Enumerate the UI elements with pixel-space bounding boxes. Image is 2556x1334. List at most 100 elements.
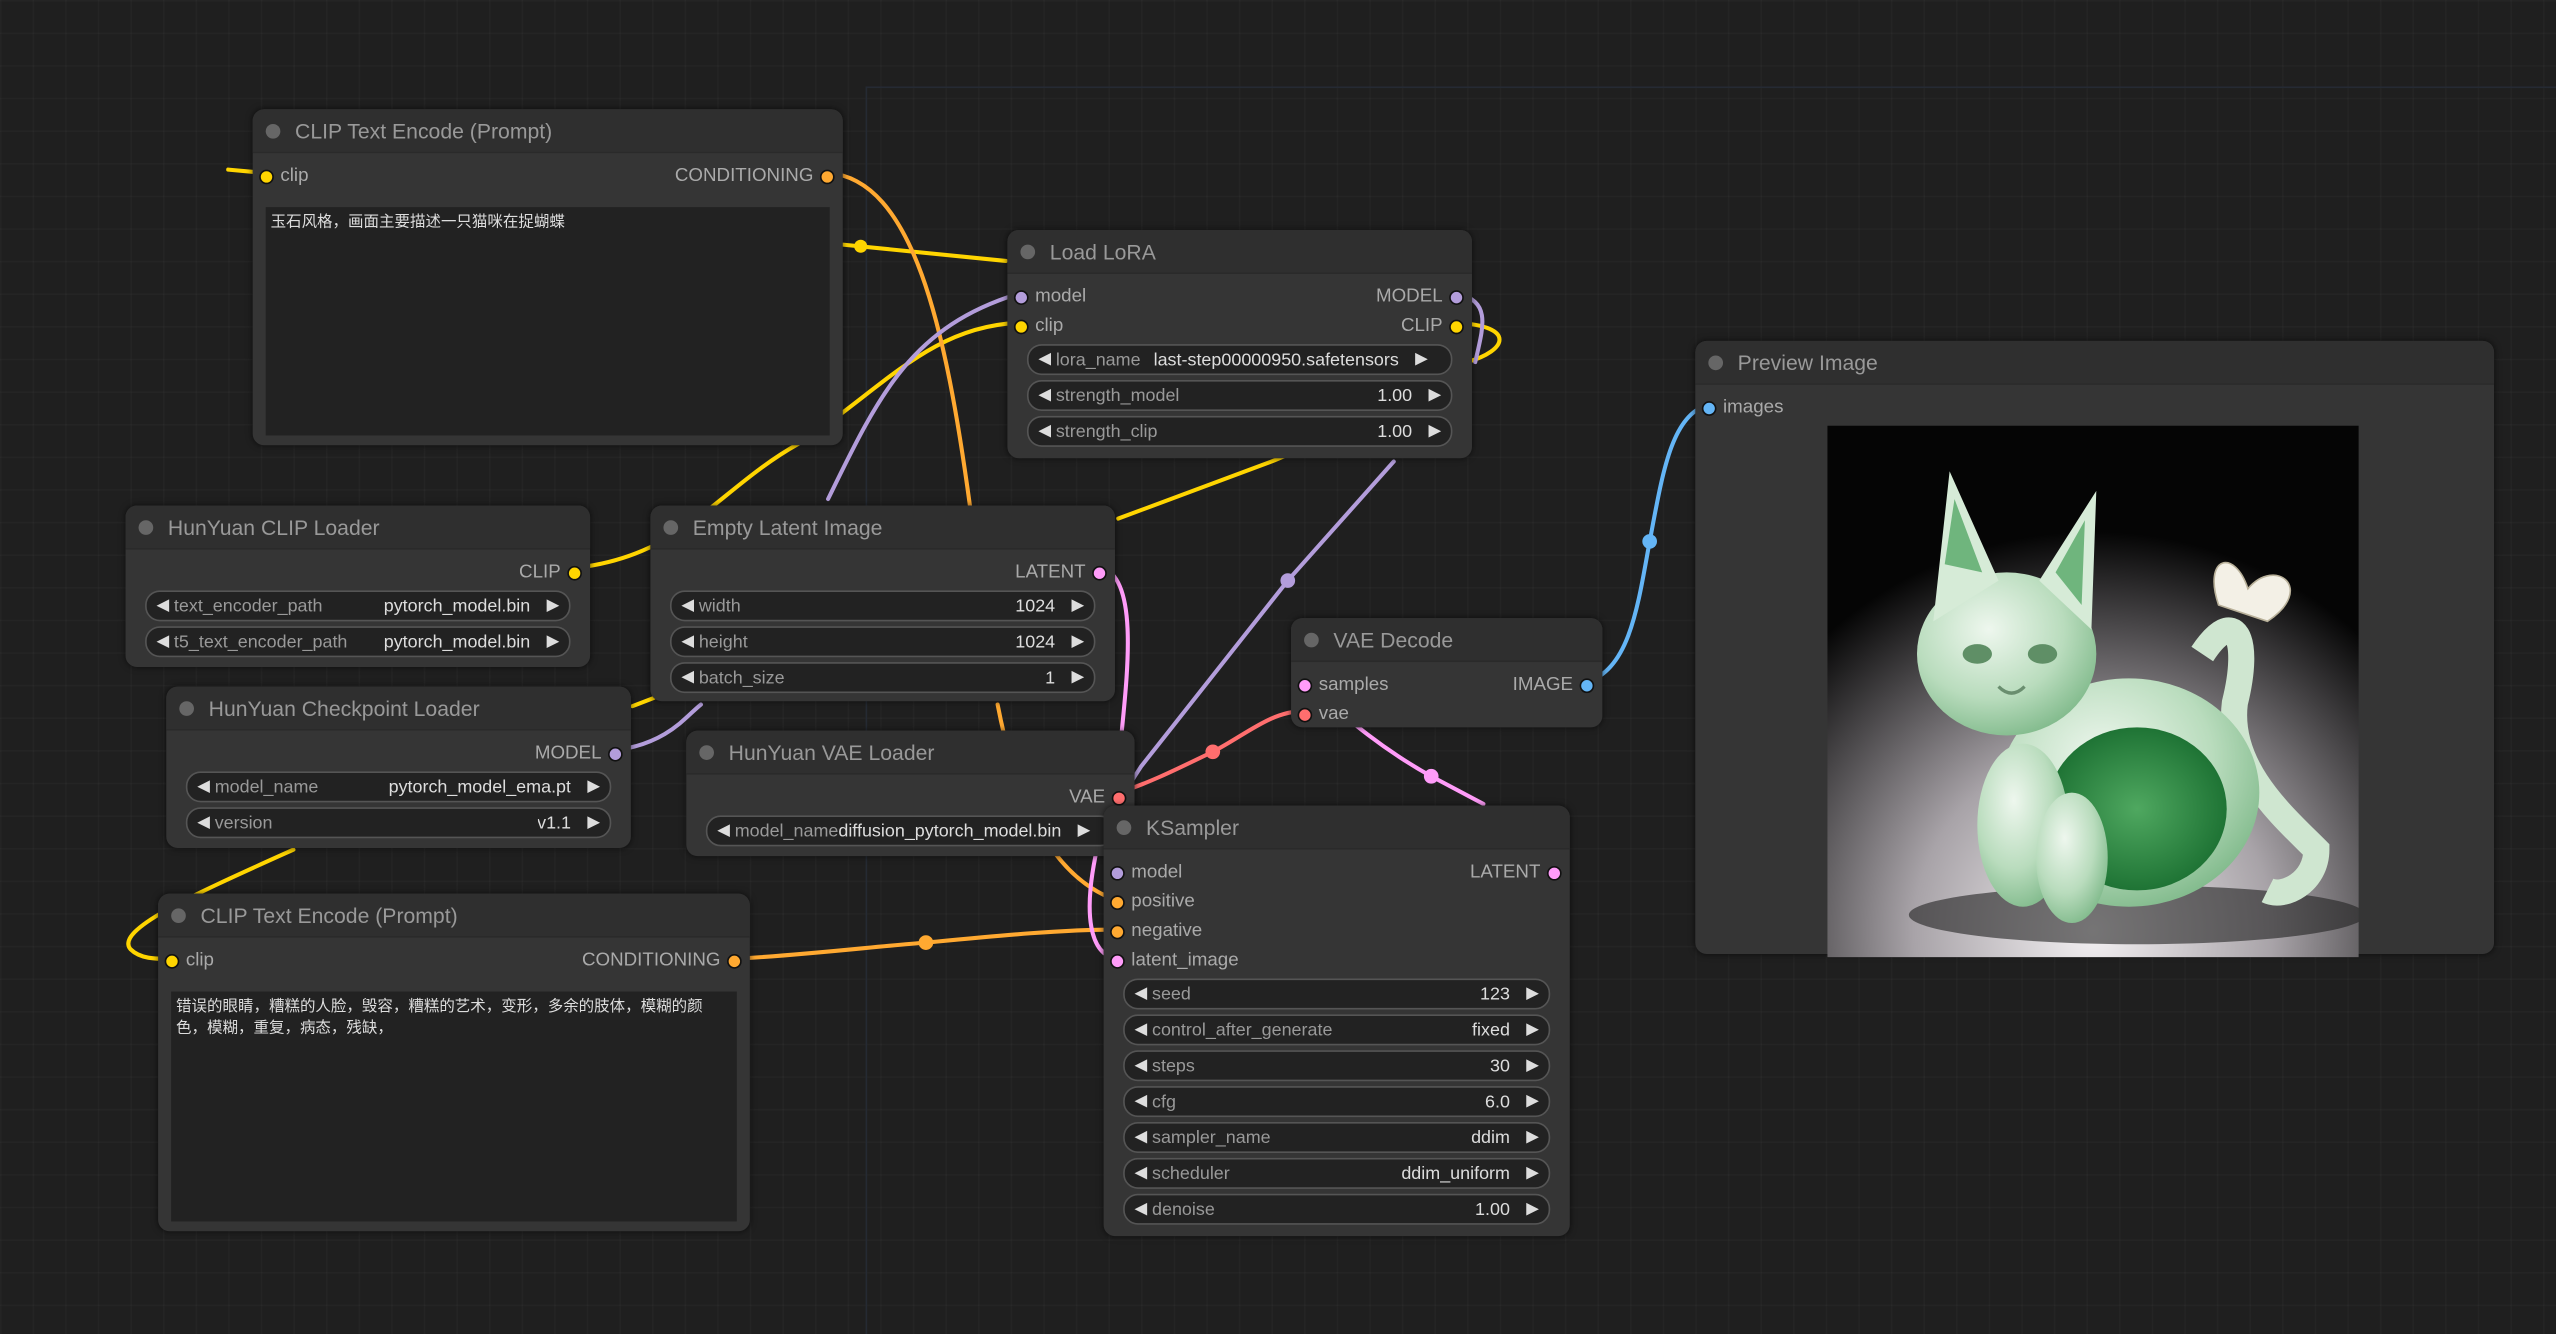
input-slot[interactable]: negative [1110,921,1202,941]
decrement-arrow-icon[interactable]: ◀ [1135,1200,1148,1218]
input-slot[interactable]: model [1013,287,1086,307]
model-output-dot-icon[interactable] [608,746,623,761]
input-slot[interactable]: clip [164,951,214,970]
increment-arrow-icon[interactable]: ▶ [1071,597,1084,615]
positive-input-dot-icon[interactable] [1110,894,1125,910]
wire-midpoint[interactable] [1642,534,1657,549]
widget-t5-text-encoder-path[interactable]: ◀ t5_text_encoder_path pytorch_model.bin ▶ [145,626,571,658]
node-graph-canvas[interactable]: CLIP Text Encode (Prompt) clip CONDITIONIN… [0,0,2556,1334]
input-slot[interactable]: positive [1110,892,1195,912]
increment-arrow-icon[interactable]: ▶ [1526,1093,1539,1111]
conditioning-output-dot-icon[interactable] [727,953,742,968]
increment-arrow-icon[interactable]: ▶ [1428,386,1441,404]
node-collapse-dot-icon[interactable] [1708,354,1724,370]
samples-input-dot-icon[interactable] [1297,677,1313,693]
input-slot[interactable]: images [1701,398,1783,417]
node-title-bar[interactable]: Load LoRA [1007,229,1472,274]
decrement-arrow-icon[interactable]: ◀ [197,814,210,832]
wire-midpoint[interactable] [1423,768,1439,784]
input-slot[interactable]: model [1110,863,1182,882]
node-ksampler[interactable]: KSampler model LATENT positive negative laten… [1103,805,1570,1237]
images-input-dot-icon[interactable] [1701,400,1717,416]
widget-control-after-generate[interactable]: ◀ control_after_generate fixed ▶ [1123,1014,1551,1046]
node-collapse-dot-icon[interactable] [663,519,679,535]
decrement-arrow-icon[interactable]: ◀ [1135,1164,1148,1182]
input-slot[interactable]: clip [1013,316,1063,336]
node-title-bar[interactable]: Empty Latent Image [650,505,1115,550]
wire-clip-to-lora[interactable] [840,242,1008,263]
widget-model-name[interactable]: ◀ model_name diffusion_pytorch_model.bin ▶ [705,815,1115,847]
node-collapse-dot-icon[interactable] [1116,819,1132,835]
negative-input-dot-icon[interactable] [1110,923,1125,939]
wire-clip-segment[interactable] [630,695,656,709]
increment-arrow-icon[interactable]: ▶ [1071,633,1084,651]
increment-arrow-icon[interactable]: ▶ [547,597,560,615]
node-load-lora[interactable]: Load LoRA model MODEL clip CLIP ◀ lora_name las… [1007,229,1472,459]
node-collapse-dot-icon[interactable] [1020,243,1036,259]
prompt-textarea[interactable]: 玉石风格，画面主要描述一只猫咪在捉蝴蝶 [265,207,830,436]
decrement-arrow-icon[interactable]: ◀ [1135,985,1148,1003]
output-slot[interactable]: CLIP [1401,316,1464,336]
increment-arrow-icon[interactable]: ▶ [1526,1021,1539,1039]
node-collapse-dot-icon[interactable] [1304,631,1319,647]
widget-sampler-name[interactable]: ◀ sampler_name ddim ▶ [1123,1121,1551,1153]
widget-scheduler[interactable]: ◀ scheduler ddim_uniform ▶ [1123,1157,1551,1189]
decrement-arrow-icon[interactable]: ◀ [717,822,730,840]
decrement-arrow-icon[interactable]: ◀ [681,633,694,651]
widget-version[interactable]: ◀ version v1.1 ▶ [185,807,612,839]
conditioning-output-dot-icon[interactable] [819,168,835,184]
model-output-dot-icon[interactable] [1449,289,1464,305]
increment-arrow-icon[interactable]: ▶ [1526,1164,1539,1182]
node-collapse-dot-icon[interactable] [138,519,154,535]
widget-model-name[interactable]: ◀ model_name pytorch_model_ema.pt ▶ [185,771,612,803]
output-slot[interactable]: CONDITIONING [675,166,835,186]
decrement-arrow-icon[interactable]: ◀ [1038,422,1051,440]
increment-arrow-icon[interactable]: ▶ [1526,1057,1539,1075]
widget-denoise[interactable]: ◀ denoise 1.00 ▶ [1123,1193,1551,1225]
latent_image-input-dot-icon[interactable] [1110,953,1125,968]
node-title-bar[interactable]: HunYuan CLIP Loader [125,505,591,550]
increment-arrow-icon[interactable]: ▶ [1428,422,1441,440]
node-title-bar[interactable]: HunYuan VAE Loader [686,730,1135,775]
wire-midpoint[interactable] [1205,744,1221,760]
node-title-bar[interactable]: CLIP Text Encode (Prompt) [158,893,750,938]
increment-arrow-icon[interactable]: ▶ [1526,1200,1539,1218]
latent-output-dot-icon[interactable] [1092,565,1107,580]
node-hunyuan-checkpoint-loader[interactable]: HunYuan Checkpoint Loader MODEL ◀ model_nam… [166,686,631,849]
node-preview-image[interactable]: Preview Image images [1695,340,2495,958]
node-title-bar[interactable]: KSampler [1103,805,1570,850]
decrement-arrow-icon[interactable]: ◀ [1135,1093,1148,1111]
widget-lora-name[interactable]: ◀ lora_name last-step00000950.safetensors ▶ [1026,344,1453,376]
clip-input-dot-icon[interactable] [1013,318,1029,334]
decrement-arrow-icon[interactable]: ◀ [1038,351,1051,369]
wire-midpoint[interactable] [854,239,868,253]
increment-arrow-icon[interactable]: ▶ [1526,985,1539,1003]
model-input-dot-icon[interactable] [1110,865,1125,880]
clip-input-dot-icon[interactable] [259,168,274,184]
node-collapse-dot-icon[interactable] [171,907,186,923]
output-slot[interactable]: CLIP [519,563,582,582]
widget-steps[interactable]: ◀ steps 30 ▶ [1123,1050,1551,1082]
increment-arrow-icon[interactable]: ▶ [1071,669,1084,687]
increment-arrow-icon[interactable]: ▶ [587,814,600,832]
decrement-arrow-icon[interactable]: ◀ [1135,1021,1148,1039]
clip-output-dot-icon[interactable] [1449,318,1464,334]
widget-cfg[interactable]: ◀ cfg 6.0 ▶ [1123,1086,1551,1118]
output-slot[interactable]: VAE [1069,788,1127,807]
node-empty-latent-image[interactable]: Empty Latent Image LATENT ◀ width 1024 ▶ ◀ heig… [650,505,1115,702]
node-hunyuan-vae-loader[interactable]: HunYuan VAE Loader VAE ◀ model_name diffusio… [686,730,1135,857]
input-slot[interactable]: samples [1297,675,1389,695]
widget-batch-size[interactable]: ◀ batch_size 1 ▶ [669,662,1096,694]
node-title-bar[interactable]: VAE Decode [1291,618,1603,663]
output-slot[interactable]: LATENT [1470,863,1562,882]
node-title-bar[interactable]: CLIP Text Encode (Prompt) [252,109,843,154]
node-collapse-dot-icon[interactable] [179,700,194,716]
widget-width[interactable]: ◀ width 1024 ▶ [669,590,1096,622]
output-slot[interactable]: MODEL [535,744,623,763]
input-slot[interactable]: clip [259,166,309,186]
output-slot[interactable]: LATENT [1015,563,1107,582]
output-slot[interactable]: CONDITIONING [582,951,742,970]
input-slot[interactable]: vae [1297,705,1349,724]
widget-height[interactable]: ◀ height 1024 ▶ [669,626,1096,658]
increment-arrow-icon[interactable]: ▶ [1415,351,1428,369]
